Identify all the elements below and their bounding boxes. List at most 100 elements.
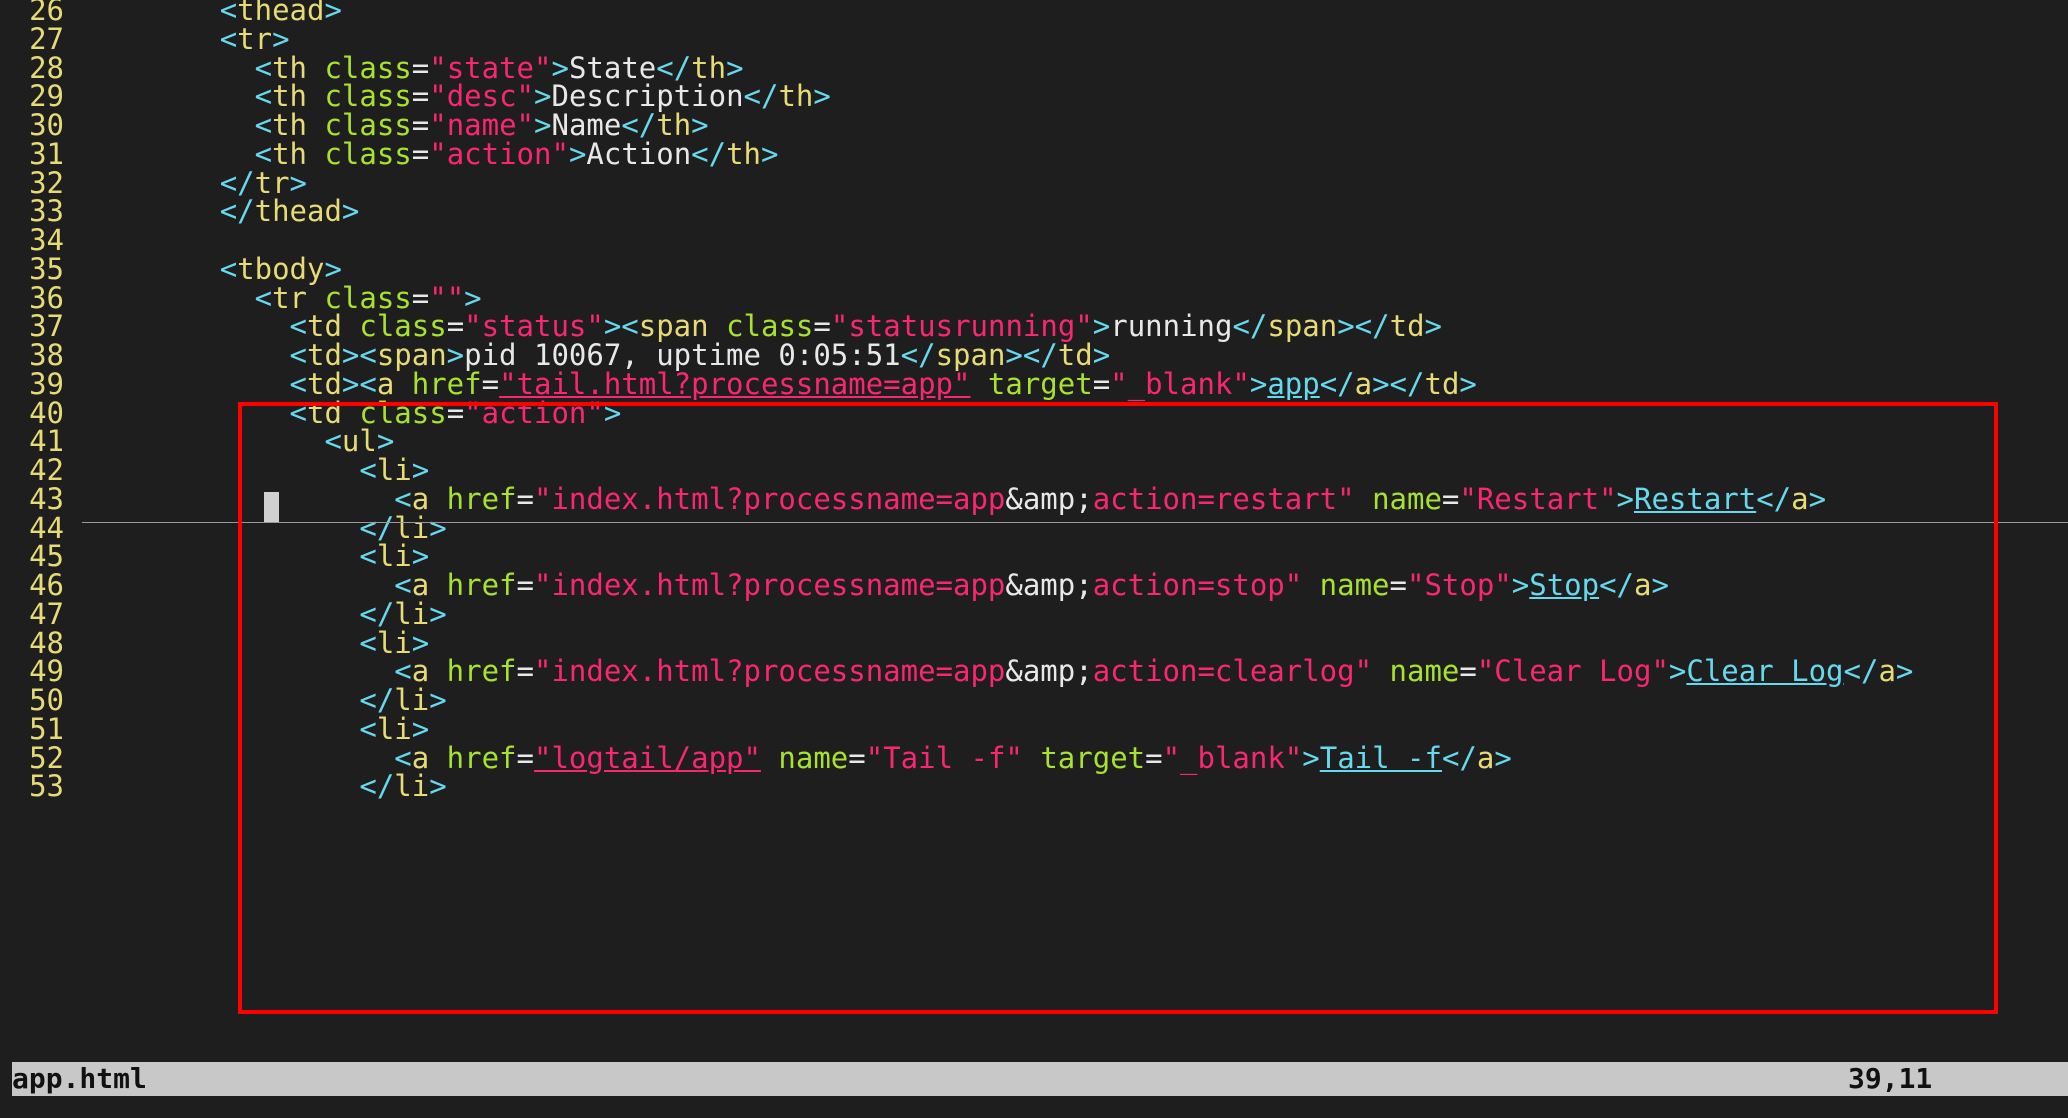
line-number: 47 <box>29 596 64 631</box>
code-token: = <box>1459 654 1477 689</box>
code-token: = <box>446 395 465 430</box>
code-token: = <box>516 481 534 516</box>
code-token: Action <box>586 136 692 171</box>
code-token: > <box>603 395 622 430</box>
code-token: > <box>341 194 360 229</box>
code-token: </ <box>359 769 395 804</box>
code-token: name <box>1372 654 1460 689</box>
code-token: > <box>1424 309 1442 344</box>
code-token: name <box>1302 568 1390 602</box>
code-token: app <box>1267 366 1320 401</box>
code-text[interactable]: </li> <box>80 683 447 717</box>
code-token: "logtail/app" <box>533 740 761 775</box>
code-token: thead <box>254 194 342 229</box>
code-text[interactable]: </li> <box>80 596 447 631</box>
line-number: 33 <box>29 194 64 229</box>
line-number: 43 <box>29 481 64 516</box>
code-token: href <box>446 481 517 516</box>
code-token: > <box>429 596 447 631</box>
code-text[interactable]: <th class="action">Action</th> <box>80 136 779 171</box>
code-token: href <box>446 568 517 602</box>
code-token: > <box>761 136 779 171</box>
code-text[interactable]: <li> <box>80 628 429 658</box>
code-text[interactable]: </thead> <box>80 194 360 229</box>
line-number: 30 <box>29 108 64 142</box>
code-token: </ <box>1319 366 1355 401</box>
code-token: &amp; <box>1005 568 1093 602</box>
code-token: > <box>1668 654 1687 689</box>
code-token: ></ <box>1372 366 1425 401</box>
code-token: > <box>1459 366 1477 401</box>
code-token: > <box>1895 654 1914 689</box>
line-number: 38 <box>29 338 64 372</box>
code-text[interactable]: <td><span>pid 10067, uptime 0:05:51</spa… <box>80 341 1111 370</box>
code-token: &amp; <box>1005 654 1093 689</box>
code-text[interactable]: <td><a href="tail.html?processname=app" … <box>80 366 1477 401</box>
code-text[interactable]: <li> <box>80 714 429 744</box>
line-number: 52 <box>29 740 64 775</box>
line-number: 36 <box>29 280 64 315</box>
code-token: "Stop" <box>1407 568 1512 602</box>
code-text[interactable]: <th class="desc">Description</th> <box>80 82 831 111</box>
code-token: href <box>446 654 517 689</box>
code-text[interactable]: <a href="logtail/app" name="Tail -f" tar… <box>80 740 1512 775</box>
code-text[interactable]: <td class="status"><span class="statusru… <box>80 312 1442 341</box>
code-text[interactable]: <tr> <box>80 24 290 54</box>
code-token: action=stop" <box>1092 568 1303 602</box>
line-number: 42 <box>29 453 64 487</box>
code-token: Restart <box>1634 481 1757 516</box>
line-number: 44 <box>29 510 64 545</box>
line-number: 45 <box>29 539 64 574</box>
code-text[interactable]: </li> <box>80 769 447 804</box>
code-token: th <box>778 79 814 114</box>
code-text[interactable]: <tbody> <box>80 254 342 284</box>
code-token: href <box>446 740 517 775</box>
line-number: 31 <box>29 136 64 171</box>
line-number: 27 <box>29 21 64 56</box>
code-text[interactable]: <tr class=""> <box>80 283 482 313</box>
line-number: 29 <box>29 79 64 114</box>
code-text[interactable]: <li> <box>80 456 429 485</box>
code-text[interactable]: <th class="state">State</th> <box>80 53 744 83</box>
code-text[interactable]: <a href="index.html?processname=app&amp;… <box>80 481 1826 516</box>
code-token: > <box>324 0 342 27</box>
code-text[interactable]: <a href="index.html?processname=app&amp;… <box>80 571 1669 600</box>
code-token: = <box>516 568 534 602</box>
code-token: = <box>1092 366 1111 401</box>
code-token: "Restart" <box>1459 481 1617 516</box>
status-cursor-position: 39,11 <box>1848 1062 1933 1095</box>
code-token: </ <box>1232 309 1268 344</box>
line-number: 39 <box>29 366 64 401</box>
status-bar: app.html 39,11 <box>12 1062 2068 1096</box>
code-token: span <box>1267 309 1338 344</box>
code-token: Clear Log <box>1686 654 1844 689</box>
code-editor[interactable]: 26 <thead> 27 <tr> 28 <th class="state">St… <box>0 0 2068 1060</box>
code-text[interactable]: <a href="index.html?processname=app&amp;… <box>80 657 1913 686</box>
code-token: > <box>429 683 447 717</box>
code-text[interactable]: <li> <box>80 542 429 571</box>
code-token: </ <box>1599 568 1634 602</box>
code-token: td <box>1389 309 1425 344</box>
line-number: 49 <box>29 654 64 689</box>
code-token: action=restart" <box>1092 481 1355 516</box>
code-token: "Clear Log" <box>1476 654 1669 689</box>
code-token: > <box>568 136 587 171</box>
code-text[interactable]: <ul> <box>80 427 394 456</box>
line-number: 50 <box>29 683 64 717</box>
code-token: "_blank" <box>1110 366 1250 401</box>
status-filename: app.html <box>12 1062 147 1095</box>
line-number: 48 <box>29 625 64 660</box>
code-token: a <box>1634 568 1652 602</box>
code-text[interactable]: <th class="name">Name</th> <box>80 111 709 140</box>
code-token: > <box>1302 740 1320 775</box>
code-text[interactable]: <td class="action"> <box>80 395 622 430</box>
code-token: > <box>429 769 447 804</box>
code-token: running <box>1110 309 1233 344</box>
code-token: = <box>516 654 534 689</box>
code-text[interactable]: </tr> <box>80 168 307 198</box>
line-number: 51 <box>29 711 64 746</box>
code-token: </ <box>691 136 727 171</box>
code-token: "index.html?processname=app <box>533 481 1006 516</box>
